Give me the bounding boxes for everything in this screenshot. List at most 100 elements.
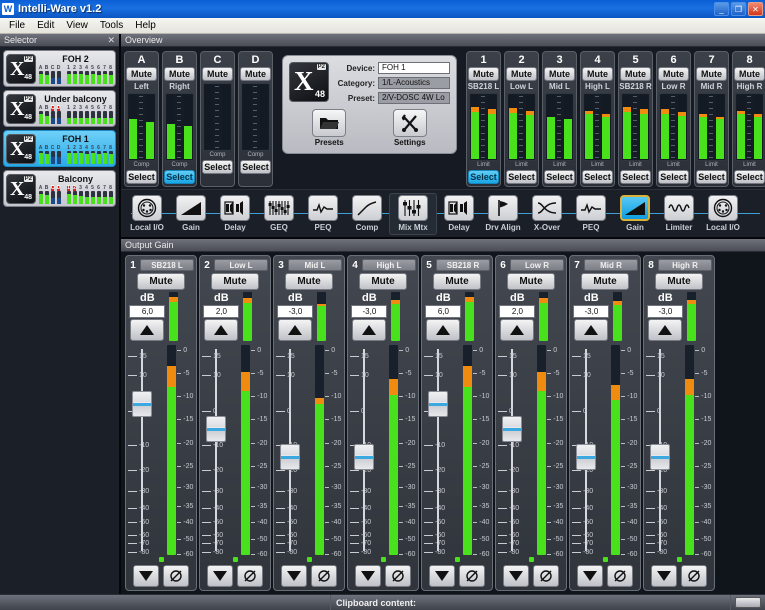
mute-button[interactable]: Mute — [620, 67, 651, 81]
gain-up-button[interactable] — [648, 319, 683, 341]
strip-name[interactable]: Mid R — [584, 259, 638, 271]
gain-down-button[interactable] — [207, 565, 233, 587]
strip-name[interactable]: High R — [658, 259, 712, 271]
mute-button[interactable]: Mute — [658, 67, 689, 81]
phase-invert-button[interactable] — [385, 565, 411, 587]
gain-down-button[interactable] — [577, 565, 603, 587]
selector-item[interactable]: P2 X 48 FOH 1ABCD12345678 — [3, 130, 116, 167]
channel-strip-output[interactable]: 1 Mute SB218 L Limit Select — [466, 51, 501, 187]
channel-strip-input[interactable]: D Mute Comp Select — [238, 51, 273, 187]
chain-item-delay[interactable]: Delay — [213, 195, 257, 233]
fader[interactable]: 15100-10-20-30-40-50-60-70-80 — [646, 345, 684, 556]
gain-down-button[interactable] — [281, 565, 307, 587]
gain-down-button[interactable] — [429, 565, 455, 587]
chain-item-peq[interactable]: PEQ — [569, 195, 613, 233]
gain-down-button[interactable] — [651, 565, 677, 587]
select-button[interactable]: Select — [696, 170, 727, 184]
phase-invert-button[interactable] — [607, 565, 633, 587]
output-gain-strip[interactable]: 8High RMutedB-3,015100-10-20-30-40-50-60… — [643, 255, 715, 591]
minimize-button[interactable]: _ — [714, 2, 729, 16]
fader-knob[interactable] — [576, 443, 596, 470]
fader[interactable]: 15100-10-20-30-40-50-60-70-80 — [424, 345, 462, 556]
db-value-field[interactable]: 6,0 — [425, 305, 462, 318]
mute-button[interactable]: Mute — [126, 67, 157, 81]
channel-strip-input[interactable]: C Mute Comp Select — [200, 51, 235, 187]
menu-item-view[interactable]: View — [60, 19, 94, 32]
mute-button[interactable]: Mute — [202, 67, 233, 81]
device-field-value[interactable]: FOH 1 — [378, 62, 450, 74]
select-button[interactable]: Select — [734, 170, 765, 184]
mute-button[interactable]: Mute — [468, 67, 499, 81]
fader-knob[interactable] — [502, 416, 522, 443]
chain-item-local-i-o[interactable]: Local I/O — [125, 195, 169, 233]
settings-button[interactable]: Settings — [392, 109, 427, 147]
mute-button[interactable]: Mute — [285, 273, 333, 290]
mute-button[interactable]: Mute — [655, 273, 703, 290]
db-value-field[interactable]: -3,0 — [351, 305, 388, 318]
mute-button[interactable]: Mute — [506, 67, 537, 81]
chain-item-local-i-o[interactable]: Local I/O — [701, 195, 745, 233]
chain-item-gain[interactable]: Gain — [169, 195, 213, 233]
phase-invert-button[interactable] — [459, 565, 485, 587]
chain-item-drv-align[interactable]: Drv Align — [481, 195, 525, 233]
gain-down-button[interactable] — [133, 565, 159, 587]
mute-button[interactable]: Mute — [137, 273, 185, 290]
gain-down-button[interactable] — [355, 565, 381, 587]
mute-button[interactable]: Mute — [544, 67, 575, 81]
channel-strip-output[interactable]: 2 Mute Low L Limit Select — [504, 51, 539, 187]
phase-invert-button[interactable] — [163, 565, 189, 587]
chain-item-mix-mtx[interactable]: Mix Mtx — [391, 195, 435, 233]
gain-up-button[interactable] — [574, 319, 609, 341]
strip-name[interactable]: SB218 L — [140, 259, 194, 271]
chain-item-x-over[interactable]: X-Over — [525, 195, 569, 233]
db-value-field[interactable]: -3,0 — [573, 305, 610, 318]
channel-strip-input[interactable]: B Mute Right Comp Select — [162, 51, 197, 187]
channel-strip-output[interactable]: 7 Mute Mid R Limit Select — [694, 51, 729, 187]
mute-button[interactable]: Mute — [582, 67, 613, 81]
menu-item-tools[interactable]: Tools — [94, 19, 129, 32]
selector-close-icon[interactable]: ✕ — [107, 35, 115, 46]
mute-button[interactable]: Mute — [240, 67, 271, 81]
close-button[interactable]: ✕ — [748, 2, 763, 16]
fader[interactable]: 15100-10-20-30-40-50-60-70-80 — [276, 345, 314, 556]
fader-knob[interactable] — [206, 416, 226, 443]
channel-strip-output[interactable]: 3 Mute Mid L Limit Select — [542, 51, 577, 187]
mute-button[interactable]: Mute — [734, 67, 765, 81]
output-gain-strip[interactable]: 2 Low L Mute dB 2,0 15 10 0 -10 -20 -30 -40 -50 -60 -7… — [199, 255, 271, 591]
resize-grip-icon[interactable] — [735, 597, 761, 608]
select-button[interactable]: Select — [202, 160, 233, 174]
channel-strip-output[interactable]: 8 Mute High R Limit Select — [732, 51, 765, 187]
fader-knob[interactable] — [280, 443, 300, 470]
db-value-field[interactable]: -3,0 — [277, 305, 314, 318]
mute-button[interactable]: Mute — [696, 67, 727, 81]
strip-name[interactable]: Mid L — [288, 259, 342, 271]
gain-up-button[interactable] — [130, 319, 165, 341]
fader-knob[interactable] — [354, 443, 374, 470]
presets-button[interactable]: Presets — [312, 109, 347, 147]
chain-item-peq[interactable]: PEQ — [301, 195, 345, 233]
gain-down-button[interactable] — [503, 565, 529, 587]
mute-button[interactable]: Mute — [581, 273, 629, 290]
fader-knob[interactable] — [132, 391, 152, 418]
channel-strip-output[interactable]: 5 Mute SB218 R Limit Select — [618, 51, 653, 187]
gain-up-button[interactable] — [352, 319, 387, 341]
mute-button[interactable]: Mute — [164, 67, 195, 81]
select-button[interactable]: Select — [620, 170, 651, 184]
select-button[interactable]: Select — [658, 170, 689, 184]
chain-item-geq[interactable]: GEQ — [257, 195, 301, 233]
output-gain-strip[interactable]: 7Mid RMutedB-3,015100-10-20-30-40-50-60-… — [569, 255, 641, 591]
selector-item[interactable]: P2 X 48 Under balcony A B C D 1 2 3 4 5 6 7 8 — [3, 90, 116, 127]
output-gain-strip[interactable]: 4High LMutedB-3,015100-10-20-30-40-50-60… — [347, 255, 419, 591]
maximize-button[interactable]: ❐ — [731, 2, 746, 16]
menu-item-help[interactable]: Help — [129, 19, 162, 32]
fader-knob[interactable] — [650, 443, 670, 470]
output-gain-strip[interactable]: 5 SB218 R Mute dB6,0 15 10 0 -10 -20 -30 -40 -50 -60… — [421, 255, 493, 591]
select-button[interactable]: Select — [240, 160, 271, 174]
phase-invert-button[interactable] — [237, 565, 263, 587]
selector-item[interactable]: P2 X 48 Balcony A B C D 1 2 3 4 5 6 7 8 — [3, 170, 116, 207]
chain-item-delay[interactable]: Delay — [437, 195, 481, 233]
mute-button[interactable]: Mute — [507, 273, 555, 290]
chain-item-comp[interactable]: Comp — [345, 195, 389, 233]
mute-button[interactable]: Mute — [433, 273, 481, 290]
phase-invert-button[interactable] — [681, 565, 707, 587]
